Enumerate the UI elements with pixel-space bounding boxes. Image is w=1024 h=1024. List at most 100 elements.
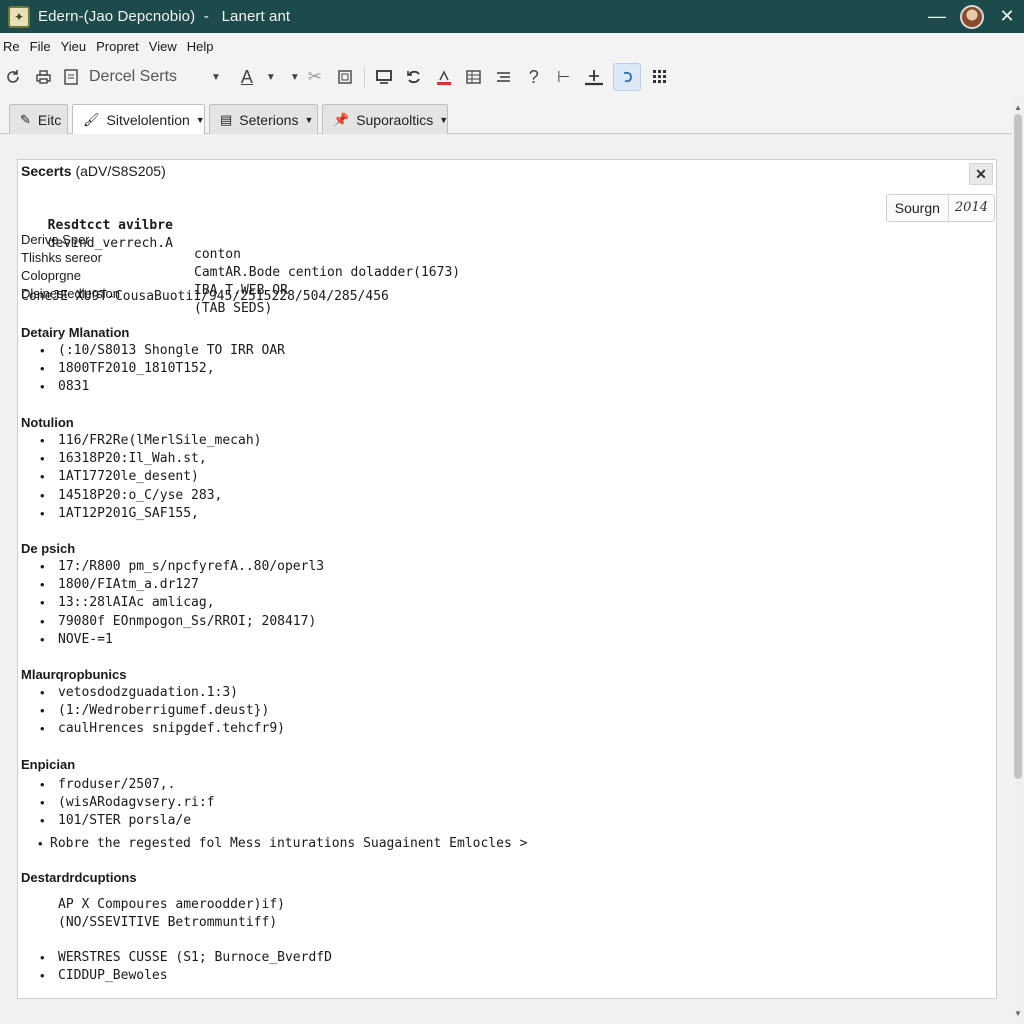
list-item: 13::28lAIAc amlicag,: [40, 595, 324, 613]
menu-item-help[interactable]: Help: [182, 33, 219, 60]
frame-icon[interactable]: [334, 63, 356, 91]
minimize-icon[interactable]: —: [920, 0, 954, 33]
list-item: (1:/Wedroberrigumef.deust}): [40, 703, 285, 721]
document-panel: Secerts (aDV/S8S205) ✕ Sourgn 2014 Resdt…: [17, 159, 997, 999]
chevron-down-icon: ▼: [304, 114, 314, 125]
cut-icon[interactable]: ✂: [304, 63, 326, 91]
help-icon[interactable]: ?: [523, 63, 545, 91]
scroll-down-icon[interactable]: ▼: [1012, 1006, 1024, 1020]
property-long-row: ConeJE XU9T-CousaBuoti1/945/2515228/504/…: [21, 289, 389, 304]
section-list: froduser/2507,. (wisARodagvsery.ri:f 101…: [40, 777, 215, 832]
chevron-down-icon: ▼: [211, 71, 221, 83]
property-row: Dlsinestedlersion (TAB SEDS): [21, 271, 272, 316]
list-item: (:10/S8013 Shongle TO IRR OAR: [40, 343, 285, 361]
font-dropdown[interactable]: Dercel Serts ▼: [58, 63, 226, 91]
pencil-icon: ✎: [20, 111, 31, 127]
panel-title: Secerts (aDV/S8S205): [21, 163, 166, 179]
window-title: Edern-(Jao Depcnobio) - Lanert ant: [38, 8, 291, 25]
pin-icon: 📌: [333, 111, 350, 127]
section-heading: Detairy Mlanation: [21, 325, 130, 340]
font-dropdown-value: Dercel Serts: [89, 68, 178, 85]
section-list: 116/FR2Re(lMerlSile_mecah) 16318P20:Il_W…: [40, 433, 262, 524]
panel-title-bold: Secerts: [21, 163, 72, 179]
tab-label: Eitc: [37, 111, 62, 128]
list-item: 14518P20:o_C/yse 283,: [40, 488, 262, 506]
list-item: 79080f EOnmpogon_Ss/RROI; 208417): [40, 614, 324, 632]
property-value: conton: [194, 247, 241, 262]
search-label[interactable]: Sourgn: [887, 195, 949, 221]
menu-item-propret[interactable]: Propret: [91, 33, 144, 60]
section-heading: Notulion: [21, 415, 74, 430]
list-item: 101/STER porsla/e: [40, 813, 215, 831]
undo-icon[interactable]: [612, 63, 641, 91]
list-item: froduser/2507,.: [40, 777, 215, 795]
menu-item-file[interactable]: File: [25, 33, 56, 60]
property-value: CamtAR.Bode cention doladder(1673): [194, 265, 461, 280]
chevron-down-icon: ▼: [439, 114, 449, 125]
table-icon[interactable]: [463, 63, 485, 91]
menu-item-yieu[interactable]: Yieu: [56, 33, 92, 60]
property-row: Tlishks sereor CamtAR.Bode cention dolad…: [21, 235, 460, 280]
highlight-icon[interactable]: [433, 63, 455, 91]
chevron-down-icon[interactable]: ▼: [266, 72, 276, 83]
window-controls: — ✕: [920, 0, 1024, 33]
tab-label: Seterions: [239, 111, 299, 128]
section-list: 17:/R800 pm_s/npcfyrefA..80/operl3 1800/…: [40, 559, 324, 650]
property-row: Derive Sper conton: [21, 217, 241, 262]
section-list: vetosdodzguadation.1:3) (1:/Wedroberrigu…: [40, 685, 285, 740]
tab-suporaoltics[interactable]: 📌 Suporaoltics ▼: [322, 104, 448, 134]
list-item: NOVE-=1: [40, 632, 324, 650]
description-line: (NO/SSEVITIVE Betrommuntiff): [58, 915, 278, 930]
list-icon[interactable]: [493, 63, 515, 91]
list-item: 16318P20:Il_Wah.st,: [40, 451, 262, 469]
print-icon[interactable]: [32, 63, 54, 91]
tab-eitc[interactable]: ✎ Eitc: [9, 104, 68, 134]
section-list: (:10/S8013 Shongle TO IRR OAR 1800TF2010…: [40, 343, 285, 398]
list-item: 116/FR2Re(lMerlSile_mecah): [40, 433, 262, 451]
tab-seterions[interactable]: ▤ Seterions ▼: [209, 104, 318, 134]
menu-bar: Re File Yieu Propret View Help: [0, 33, 1024, 60]
section-list: WERSTRES CUSSE (S1; Burnoce_BverdfD CIDD…: [40, 950, 332, 986]
scrollbar-thumb[interactable]: [1014, 114, 1022, 779]
description-line: AP X Compoures ameroodder)if): [58, 897, 285, 912]
close-icon[interactable]: ✕: [990, 0, 1024, 33]
list-item: caulHrences snipgdef.tehcfr9): [40, 721, 285, 739]
section-heading: Enpician: [21, 757, 76, 772]
avatar[interactable]: [960, 4, 984, 29]
section-heading: Mlaurqropbunics: [21, 667, 127, 682]
list-icon: ▤: [220, 111, 233, 127]
search-year[interactable]: 2014: [949, 195, 994, 221]
list-item: vetosdodzguadation.1:3): [40, 685, 285, 703]
tab-sitvelolention[interactable]: 🖌 Sitvelolention ▼: [72, 104, 205, 135]
list-item: 0831: [40, 379, 285, 397]
monitor-icon[interactable]: [373, 63, 395, 91]
list-item: CIDDUP_Bewoles: [40, 968, 332, 986]
menu-item-re[interactable]: Re: [0, 33, 25, 60]
toolbar: Dercel Serts ▼ A ▼ ▼ ✂ ? ⊢: [0, 60, 1024, 94]
properties-heading-bold: Resdtcct avilbre: [47, 218, 173, 233]
chevron-down-icon[interactable]: ▼: [290, 72, 300, 83]
note-line: Robre the regested fol Mess inturations …: [38, 836, 527, 854]
search-box[interactable]: Sourgn 2014: [885, 194, 995, 222]
tab-label: Sitvelolention: [106, 112, 190, 128]
font-color-icon[interactable]: A: [236, 63, 258, 91]
grid-icon[interactable]: [649, 63, 671, 91]
note-list: Robre the regested fol Mess inturations …: [38, 836, 527, 854]
list-item: 1800/FIAtm_a.dr127: [40, 577, 324, 595]
menu-item-view[interactable]: View: [144, 33, 182, 60]
close-icon[interactable]: ✕: [969, 163, 993, 185]
anchor-icon[interactable]: [583, 63, 605, 91]
list-item: 17:/R800 pm_s/npcfyrefA..80/operl3: [40, 559, 324, 577]
indent-icon[interactable]: ⊢: [553, 63, 575, 91]
list-item: 1800TF2010_1810T152,: [40, 361, 285, 379]
section-heading: De psich: [21, 541, 76, 556]
workspace: Secerts (aDV/S8S205) ✕ Sourgn 2014 Resdt…: [0, 134, 1012, 1024]
section-heading: Destardrdcuptions: [21, 870, 137, 885]
vertical-scrollbar[interactable]: ▲ ▼: [1012, 96, 1024, 1024]
sync-icon[interactable]: [403, 63, 425, 91]
list-item: (wisARodagvsery.ri:f: [40, 795, 215, 813]
app-logo-icon: ✦: [8, 5, 30, 28]
scroll-up-icon[interactable]: ▲: [1012, 100, 1024, 114]
refresh-icon[interactable]: [2, 63, 24, 91]
toolbar-separator: [363, 67, 365, 87]
